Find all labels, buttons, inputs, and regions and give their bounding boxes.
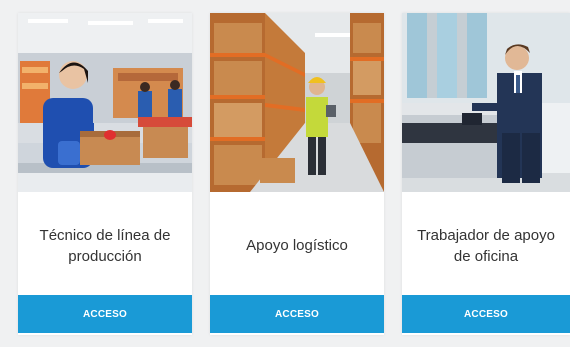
- access-button[interactable]: ACCESO: [210, 295, 384, 333]
- access-button[interactable]: ACCESO: [402, 295, 570, 333]
- card-title: Trabajador de apoyo de oficina: [417, 226, 555, 265]
- access-button[interactable]: ACCESO: [18, 295, 192, 333]
- office-worker-photo: [402, 13, 570, 192]
- factory-worker-photo: [18, 13, 192, 192]
- job-card-production-technician: Técnico de línea de producción ACCESO: [18, 13, 192, 335]
- job-card-logistics-support: Apoyo logístico ACCESO: [210, 13, 384, 335]
- warehouse-worker-photo: [210, 13, 384, 192]
- job-card-office-support: Trabajador de apoyo de oficina ACCESO: [402, 13, 570, 335]
- card-title: Apoyo logístico: [246, 237, 348, 254]
- card-title: Técnico de línea de producción: [39, 226, 171, 265]
